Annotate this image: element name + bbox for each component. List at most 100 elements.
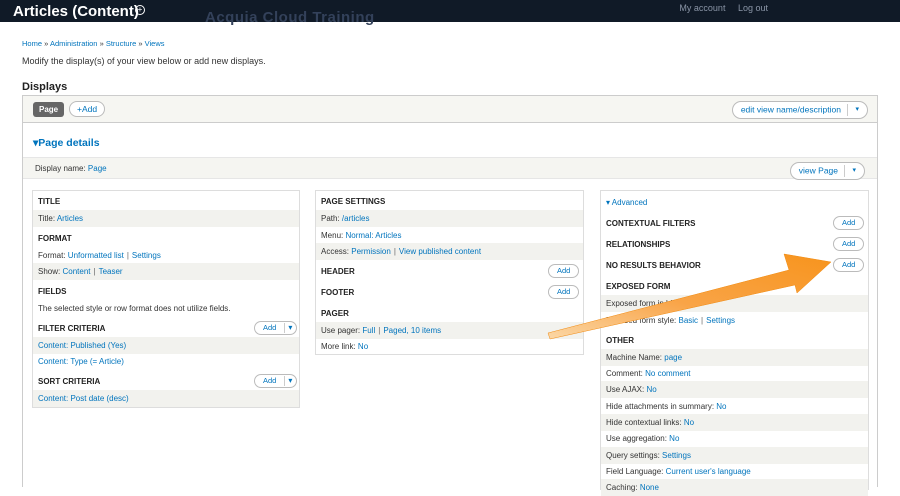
other-row: Query settings: Settings [601,447,868,464]
breadcrumb: Home » Administration » Structure » View… [22,39,165,48]
contextual-add-button[interactable]: Add [833,216,865,230]
use-pager-row: Use pager: Full | Paged, 10 items [316,322,583,339]
title-row[interactable]: Title: Articles [33,210,299,227]
format-settings-link[interactable]: Settings [132,251,161,260]
path-row: Path: /articles [316,210,583,227]
filter-published-link[interactable]: Content: Published (Yes) [38,341,126,350]
other-row-label: Machine Name: [606,353,663,362]
section-filter-heading: FILTER CRITERIA [38,324,106,333]
footer-add-button[interactable]: Add [548,285,580,299]
add-display-button[interactable]: +Add [69,101,106,117]
section-header-heading: HEADER [321,267,355,276]
other-row-label: Hide attachments in summary: [606,402,715,411]
header-add-button[interactable]: Add [548,264,580,278]
other-row: Caching: None [601,479,868,496]
section-other-heading: OTHER [606,336,634,345]
tab-page-display[interactable]: Page [33,102,65,117]
access-row: Access: Permission | View published conten… [316,243,583,260]
other-row-label: Hide contextual links: [606,418,682,427]
my-account-link[interactable]: My account [679,3,725,13]
more-link-label: More link: [321,342,356,351]
show-value-link[interactable]: Content [62,267,90,276]
other-row-label: Use aggregation: [606,434,667,443]
exposed-style-label: Exposed form style: [606,316,677,325]
page-details-toggle[interactable]: ▾Page details [33,137,100,149]
path-label: Path: [321,214,340,223]
other-row-link[interactable]: No [684,418,694,427]
format-label: Format: [38,251,66,260]
other-row-link[interactable]: Current user's language [666,467,751,476]
section-format-heading: FORMAT [38,234,72,243]
other-row-label: Caching: [606,483,638,492]
column-third: ▾ Advanced CONTEXTUAL FILTERS Add RELATI… [600,190,869,496]
filter-add-button[interactable]: Add [254,321,298,335]
section-title-heading: TITLE [38,197,61,206]
view-page-label: view Page [798,165,838,176]
exposed-style-settings-link[interactable]: Settings [706,316,735,325]
other-row-link[interactable]: No [646,385,656,394]
displays-heading: Displays [22,81,68,93]
access-value-link[interactable]: Permission [351,247,391,256]
section-relationships-heading: RELATIONSHIPS [606,240,671,249]
breadcrumb-views[interactable]: Views [145,39,165,48]
edit-view-name-label: edit view name/description [740,104,841,115]
other-row-label: Field Language: [606,467,664,476]
filter-row[interactable]: Content: Published (Yes) [33,337,299,354]
advanced-toggle[interactable]: ▾ Advanced [601,194,868,211]
intro-text: Modify the display(s) of your view below… [22,56,266,66]
show-teaser-link[interactable]: Teaser [99,267,123,276]
path-value-link[interactable]: /articles [342,214,370,223]
sort-row[interactable]: Content: Post date (desc) [33,390,299,407]
other-row-label: Use AJAX: [606,385,645,394]
sort-post-date-link[interactable]: Content: Post date (desc) [38,394,129,403]
section-exposed-heading: EXPOSED FORM [606,282,671,291]
column-second: PAGE SETTINGS Path: /articles Menu: Norm… [315,190,584,355]
advanced-label: Advanced [611,198,648,207]
other-row-label: Query settings: [606,451,660,460]
more-link-row: More link: No [316,338,583,355]
page-details-label: Page details [38,137,100,149]
other-row-link[interactable]: No [669,434,679,443]
breadcrumb-home[interactable]: Home [22,39,42,48]
exposed-style-link[interactable]: Basic [678,316,698,325]
breadcrumb-structure[interactable]: Structure [106,39,136,48]
display-tabs: Page +Add edit view name/description ▾ [22,95,878,123]
other-row-link[interactable]: No [716,402,726,411]
user-links: My account Log out [669,3,768,13]
filter-row[interactable]: Content: Type (= Article) [33,353,299,370]
format-value-link[interactable]: Unformatted list [68,251,124,260]
display-name-row: Display name: Page view Page ▾ [23,157,877,180]
view-page-button[interactable]: view Page ▾ [789,162,865,180]
filter-type-link[interactable]: Content: Type (= Article) [38,357,124,366]
chevron-down-icon[interactable]: ▾ [847,104,859,116]
exposed-block-label: Exposed form in block: [606,299,687,308]
breadcrumb-administration[interactable]: Administration [50,39,98,48]
use-pager-value-link[interactable]: Full [362,326,375,335]
more-link-value-link[interactable]: No [358,342,368,351]
fields-note: The selected style or row format does no… [38,304,231,313]
menu-label: Menu: [321,231,344,240]
other-row-link[interactable]: No comment [645,369,690,378]
section-sort-heading: SORT CRITERIA [38,377,101,386]
other-row-link[interactable]: page [664,353,682,362]
exposed-block-link[interactable]: No [689,299,699,308]
display-name-link[interactable]: Page [88,164,107,173]
edit-view-name-button[interactable]: edit view name/description ▾ [731,101,868,119]
menu-value-link[interactable]: Normal: Articles [345,231,401,240]
add-shortcut-icon[interactable]: + [135,5,145,15]
other-row-link[interactable]: None [640,483,659,492]
other-row-link[interactable]: Settings [662,451,691,460]
sort-add-button[interactable]: Add [254,374,298,388]
access-view-link[interactable]: View published content [399,247,481,256]
no-results-add-button[interactable]: Add [833,258,865,272]
page-title: Articles (Content) [13,3,139,20]
use-pager-paged-link[interactable]: Paged, 10 items [383,326,441,335]
chevron-down-icon[interactable]: ▾ [844,165,856,177]
other-row: Use AJAX: No [601,381,868,398]
logout-link[interactable]: Log out [738,3,768,13]
other-row: Hide contextual links: No [601,414,868,431]
relationships-add-button[interactable]: Add [833,237,865,251]
title-value-link[interactable]: Articles [57,214,83,223]
toolbar: Articles (Content) + Acquia Cloud Traini… [0,0,900,26]
exposed-block-row: Exposed form in block: No [601,295,868,312]
